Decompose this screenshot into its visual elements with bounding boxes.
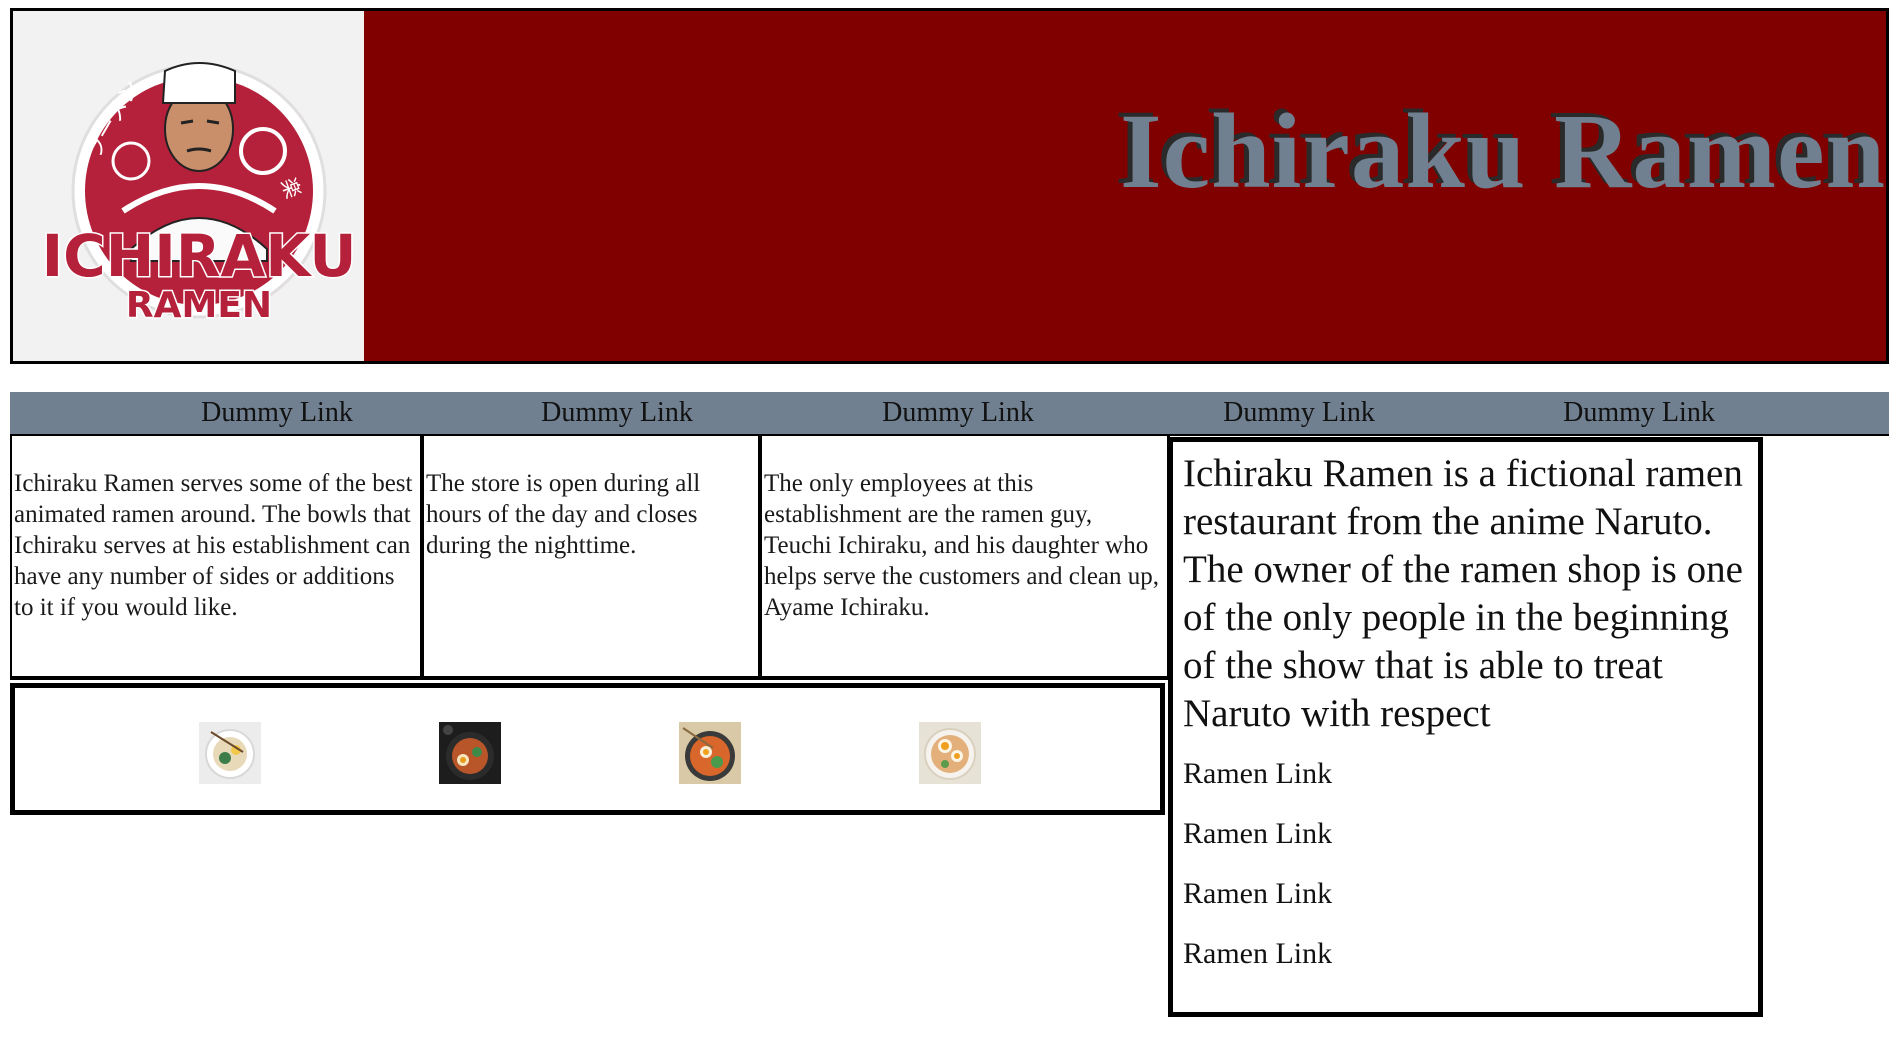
ramen-link-4[interactable]: Ramen Link	[1183, 936, 1748, 972]
nav-link-1[interactable]: Dummy Link	[107, 396, 447, 430]
page-title: Ichiraku Ramen	[1119, 93, 1886, 211]
ramen-link-2[interactable]: Ramen Link	[1183, 816, 1748, 852]
nav-link-4[interactable]: Dummy Link	[1129, 396, 1469, 430]
column-2-text: The store is open during all hours of th…	[426, 470, 701, 559]
ramen-image-3	[679, 722, 741, 784]
nav-link-3[interactable]: Dummy Link	[788, 396, 1128, 430]
ramen-links-list: Ramen Link Ramen Link Ramen Link Ramen L…	[1183, 756, 1748, 972]
ichiraku-logo-icon: ラーメン 楽 ICHIRAKU RAMEN	[40, 62, 358, 328]
aside-description: Ichiraku Ramen is a fictional ramen rest…	[1183, 452, 1743, 735]
image-gallery	[10, 683, 1165, 815]
ramen-link-1[interactable]: Ramen Link	[1183, 756, 1748, 792]
content-column-2: The store is open during all hours of th…	[424, 436, 762, 680]
ramen-bowl-orange-icon	[679, 722, 741, 784]
ramen-bowl-egg-icon	[919, 722, 981, 784]
site-header: ラーメン 楽 ICHIRAKU RAMEN Ichiraku Ramen	[10, 8, 1889, 364]
nav-link-5[interactable]: Dummy Link	[1469, 396, 1809, 430]
column-1-text: Ichiraku Ramen serves some of the best a…	[14, 470, 413, 621]
nav-link-2[interactable]: Dummy Link	[447, 396, 787, 430]
logo-text-bottom: RAMEN	[126, 285, 272, 326]
nav-bar: Dummy Link Dummy Link Dummy Link Dummy L…	[10, 392, 1889, 436]
column-3-text: The only employees at this establishment…	[764, 470, 1160, 621]
ramen-bowl-white-icon	[199, 722, 261, 784]
ramen-bowl-dark-icon	[439, 722, 501, 784]
ramen-image-4	[919, 722, 981, 784]
ramen-image-1	[199, 722, 261, 784]
logo-text-top: ICHIRAKU	[42, 222, 357, 290]
info-aside: Ichiraku Ramen is a fictional ramen rest…	[1168, 437, 1763, 1017]
ramen-link-3[interactable]: Ramen Link	[1183, 876, 1748, 912]
ramen-image-2	[439, 722, 501, 784]
content-column-1: Ichiraku Ramen serves some of the best a…	[10, 436, 424, 680]
content-column-3: The only employees at this establishment…	[762, 436, 1170, 680]
logo: ラーメン 楽 ICHIRAKU RAMEN	[13, 11, 364, 361]
